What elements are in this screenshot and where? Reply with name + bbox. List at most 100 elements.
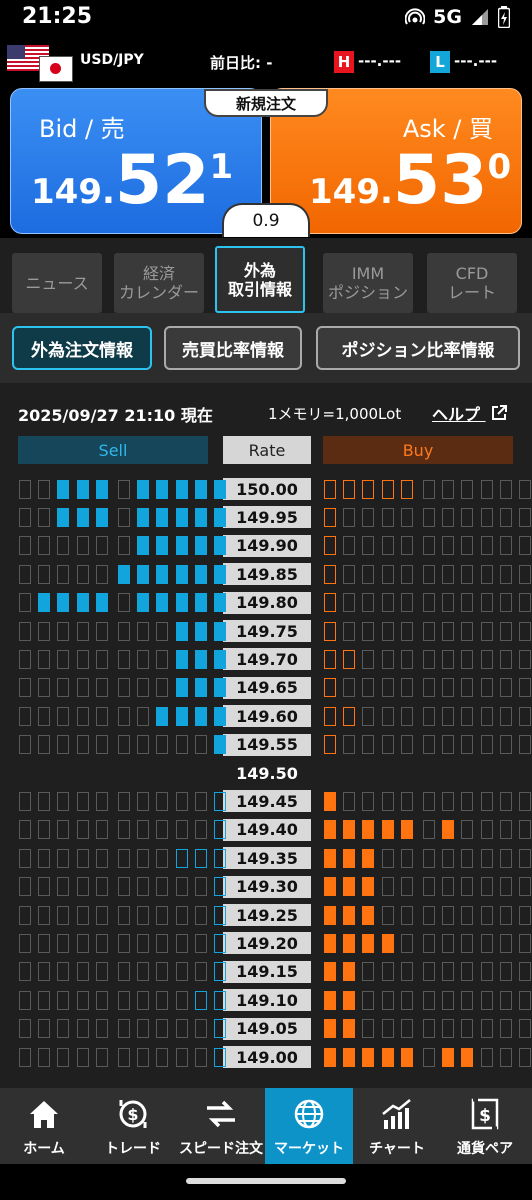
high-value: ---.--- (358, 52, 402, 70)
sell-bar-cell (95, 905, 108, 925)
sell-bar-cell (194, 1047, 207, 1067)
sell-bar-cell (175, 536, 188, 556)
buy-bar-cell (381, 933, 394, 953)
sell-bar-cell (57, 536, 70, 556)
tab-2[interactable]: 外為 取引情報 (215, 246, 305, 313)
nav-trade[interactable]: $ トレード (89, 1088, 177, 1164)
buy-bar-cell (519, 706, 531, 726)
subtab-2[interactable]: ポジション比率情報 (316, 326, 520, 370)
bid-price-pip: 1 (209, 147, 234, 187)
sell-bar-cell (118, 791, 130, 811)
sell-bar-cell (118, 735, 130, 755)
buy-bar-cell (442, 791, 455, 811)
buy-bar-cell (519, 820, 531, 840)
sell-bar-cell (214, 905, 226, 925)
sell-bar-cell (137, 933, 150, 953)
nav-speed-order[interactable]: スピード注文 (177, 1088, 265, 1164)
svg-text:$: $ (479, 1106, 491, 1126)
sell-bar-cell (137, 990, 150, 1010)
buy-bar-cell (362, 621, 375, 641)
nav-chart[interactable]: チャート (353, 1088, 441, 1164)
buy-bar-cell (324, 877, 336, 897)
gesture-bar[interactable] (186, 1178, 346, 1184)
sell-bar-cell (118, 905, 130, 925)
sell-bar-cell (76, 735, 89, 755)
rate-cell: 149.35 (223, 847, 311, 870)
sell-bar-cell (19, 507, 31, 527)
new-order-button[interactable]: 新規注文 (204, 89, 328, 117)
buy-bar-cell (324, 706, 336, 726)
sell-bar-cell (156, 507, 169, 527)
subtab-0[interactable]: 外為注文情報 (12, 326, 152, 370)
sell-bar-cell (118, 990, 130, 1010)
buy-bar-cell (324, 791, 336, 811)
buy-bar-cell (324, 962, 336, 982)
buy-bar-cell (519, 791, 531, 811)
tab-3[interactable]: IMM ポジション (323, 253, 413, 313)
sell-bar-cell (137, 564, 150, 584)
sell-bar-cell (156, 905, 169, 925)
sell-bar-cell (57, 820, 70, 840)
ask-price: 149.530 (309, 141, 511, 220)
buy-bar-cell (499, 962, 512, 982)
rate-cell: 149.15 (223, 960, 311, 983)
rate-column-header: Rate (223, 436, 311, 464)
buy-bar-cell (519, 536, 531, 556)
sell-bar-cell (57, 649, 70, 669)
buy-bar-cell (423, 1047, 435, 1067)
tab-label-line2: カレンダー (118, 283, 199, 302)
buy-bar-cell (400, 877, 413, 897)
subtab-1[interactable]: 売買比率情報 (164, 326, 302, 370)
buy-bar-cell (381, 507, 394, 527)
sell-bar-cell (118, 933, 130, 953)
sell-bar-cell (194, 990, 207, 1010)
buy-bar-cell (519, 479, 531, 499)
sell-bar-cell (76, 1047, 89, 1067)
buy-bar-cell (362, 933, 375, 953)
buy-bar-cell (362, 649, 375, 669)
buy-bar-cell (423, 933, 435, 953)
buy-bar-cell (343, 621, 356, 641)
sell-bar-cell (95, 593, 108, 613)
sell-bar-cell (194, 1019, 207, 1039)
buy-bar-cell (362, 564, 375, 584)
unit-label: 1メモリ=1,000Lot (268, 405, 402, 423)
tab-0[interactable]: ニュース (12, 253, 102, 313)
sell-bar-cell (19, 877, 31, 897)
buy-bar-cell (480, 735, 493, 755)
buy-bar-cell (442, 564, 455, 584)
nav-label: スピード注文 (179, 1141, 263, 1157)
buy-bar-cell (480, 1047, 493, 1067)
help-link[interactable]: ヘルプ (432, 401, 508, 425)
buy-bar-cell (499, 735, 512, 755)
buy-bar-cell (499, 820, 512, 840)
nav-home[interactable]: ホーム (0, 1088, 88, 1164)
buy-bar-cell (381, 877, 394, 897)
buy-bar-cell (381, 1019, 394, 1039)
sell-bar-cell (175, 593, 188, 613)
nav-currency-pair[interactable]: $ 通貨ペア (441, 1088, 529, 1164)
sell-bar-cell (95, 678, 108, 698)
buy-bar-cell (423, 564, 435, 584)
buy-bar-cell (343, 564, 356, 584)
tab-1[interactable]: 経済 カレンダー (114, 253, 204, 313)
buy-bar-cell (362, 536, 375, 556)
sell-bar-cell (38, 820, 51, 840)
sell-bar-cell (76, 933, 89, 953)
buy-bar-cell (499, 564, 512, 584)
buy-bar-cell (423, 820, 435, 840)
currency-pair-label[interactable]: USD/JPY (80, 52, 144, 68)
nav-globe[interactable]: マーケット (265, 1088, 353, 1164)
buy-bar-cell (480, 848, 493, 868)
buy-bar-cell (480, 905, 493, 925)
sell-bar-cell (19, 706, 31, 726)
sell-bar-cell (156, 593, 169, 613)
buy-bar-cell (400, 1019, 413, 1039)
tab-4[interactable]: CFD レート (427, 253, 517, 313)
sell-bar-cell (194, 621, 207, 641)
buy-bar-cell (442, 848, 455, 868)
sell-bar-cell (214, 649, 226, 669)
buy-bar-cell (381, 479, 394, 499)
buy-bar-cell (423, 877, 435, 897)
sell-bar-cell (175, 479, 188, 499)
